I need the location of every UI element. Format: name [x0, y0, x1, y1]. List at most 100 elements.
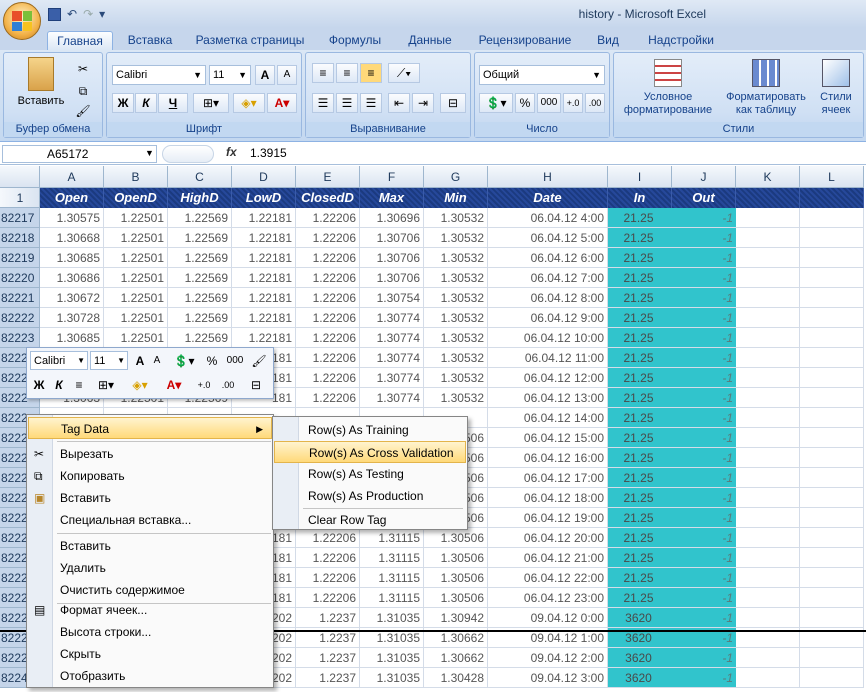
- cell[interactable]: 1.22501: [104, 208, 168, 228]
- mini-fill-color-icon[interactable]: ◈▾: [125, 375, 155, 395]
- cell[interactable]: 09.04.12 2:00: [488, 648, 608, 668]
- cell[interactable]: 1.30696: [360, 208, 424, 228]
- select-all-corner[interactable]: [0, 166, 40, 188]
- cell[interactable]: -1: [672, 228, 736, 248]
- column-header-a[interactable]: A: [40, 166, 104, 188]
- cell[interactable]: 06.04.12 13:00: [488, 388, 608, 408]
- menu-item-tag-data[interactable]: Tag Data ▶: [28, 417, 272, 439]
- cell[interactable]: -1: [672, 548, 736, 568]
- cell[interactable]: 1.22569: [168, 328, 232, 348]
- cell[interactable]: -1: [672, 328, 736, 348]
- cell[interactable]: 21.25: [608, 288, 672, 308]
- bold-button[interactable]: Ж: [112, 93, 134, 113]
- borders-icon[interactable]: ⊞▾: [193, 93, 229, 113]
- cell[interactable]: [800, 448, 864, 468]
- cell[interactable]: [736, 308, 800, 328]
- cell[interactable]: -1: [672, 248, 736, 268]
- thousands-button[interactable]: 000: [537, 93, 561, 113]
- cell[interactable]: [736, 508, 800, 528]
- formula-bar-splitter[interactable]: [162, 145, 214, 163]
- column-header-j[interactable]: J: [672, 166, 736, 188]
- cell[interactable]: [800, 288, 864, 308]
- cell[interactable]: 1.30532: [424, 228, 488, 248]
- fill-color-icon[interactable]: ◈▾: [233, 93, 265, 113]
- cell[interactable]: -1: [672, 568, 736, 588]
- header-cell[interactable]: Max: [360, 188, 424, 208]
- cell[interactable]: 1.22206: [296, 568, 360, 588]
- cell[interactable]: 1.30728: [40, 308, 104, 328]
- cell[interactable]: 1.30506: [424, 588, 488, 608]
- cell[interactable]: [736, 568, 800, 588]
- cell[interactable]: 1.22206: [296, 328, 360, 348]
- undo-icon[interactable]: ↶: [67, 7, 77, 21]
- tab-data[interactable]: Данные: [400, 31, 460, 50]
- row-header[interactable]: 82218: [0, 228, 40, 248]
- cell[interactable]: 21.25: [608, 488, 672, 508]
- cell[interactable]: 06.04.12 18:00: [488, 488, 608, 508]
- cell[interactable]: 21.25: [608, 248, 672, 268]
- cell[interactable]: [800, 248, 864, 268]
- header-cell[interactable]: In: [608, 188, 672, 208]
- conditional-formatting-button[interactable]: Условное форматирование: [616, 59, 720, 117]
- cell[interactable]: 1.31035: [360, 668, 424, 688]
- cell[interactable]: 1.30774: [360, 388, 424, 408]
- cell[interactable]: 1.22501: [104, 308, 168, 328]
- cell[interactable]: 1.30706: [360, 268, 424, 288]
- decrease-decimal-icon[interactable]: .00: [585, 93, 605, 113]
- cell[interactable]: 1.22206: [296, 348, 360, 368]
- cell-styles-button[interactable]: Стили ячеек: [810, 59, 862, 117]
- cell[interactable]: [800, 488, 864, 508]
- header-cell[interactable]: Date: [488, 188, 608, 208]
- cell[interactable]: 21.25: [608, 428, 672, 448]
- cell[interactable]: [736, 248, 800, 268]
- cell[interactable]: 06.04.12 15:00: [488, 428, 608, 448]
- cell[interactable]: 06.04.12 23:00: [488, 588, 608, 608]
- cell[interactable]: [800, 348, 864, 368]
- cell[interactable]: 1.22206: [296, 228, 360, 248]
- cell[interactable]: 06.04.12 20:00: [488, 528, 608, 548]
- cell[interactable]: -1: [672, 448, 736, 468]
- cell[interactable]: 1.22501: [104, 288, 168, 308]
- cell[interactable]: 1.22501: [104, 328, 168, 348]
- cell[interactable]: 3620: [608, 648, 672, 668]
- cell[interactable]: 06.04.12 8:00: [488, 288, 608, 308]
- align-middle-icon[interactable]: ≡: [336, 63, 358, 83]
- cell[interactable]: 1.22206: [296, 388, 360, 408]
- cell[interactable]: 06.04.12 4:00: [488, 208, 608, 228]
- cell[interactable]: [800, 528, 864, 548]
- increase-decimal-icon[interactable]: +.0: [563, 93, 583, 113]
- cell[interactable]: 1.30532: [424, 208, 488, 228]
- cell[interactable]: 21.25: [608, 348, 672, 368]
- cell[interactable]: [736, 408, 800, 428]
- tab-page-layout[interactable]: Разметка страницы: [190, 31, 310, 50]
- cell[interactable]: [736, 328, 800, 348]
- cell[interactable]: 1.30532: [424, 308, 488, 328]
- cell[interactable]: 21.25: [608, 368, 672, 388]
- tab-formulas[interactable]: Формулы: [322, 31, 388, 50]
- cell[interactable]: 1.22181: [232, 288, 296, 308]
- cell[interactable]: 06.04.12 9:00: [488, 308, 608, 328]
- cell[interactable]: 1.30685: [40, 328, 104, 348]
- cell[interactable]: [736, 288, 800, 308]
- mini-grow-font-icon[interactable]: A: [131, 351, 149, 371]
- cell[interactable]: [736, 448, 800, 468]
- cell[interactable]: [800, 228, 864, 248]
- cell[interactable]: 1.22569: [168, 308, 232, 328]
- row-header[interactable]: 82220: [0, 268, 40, 288]
- submenu-item-production[interactable]: Row(s) As Production: [274, 485, 466, 507]
- column-header-l[interactable]: L: [800, 166, 864, 188]
- cell[interactable]: [736, 488, 800, 508]
- cell[interactable]: -1: [672, 488, 736, 508]
- cell[interactable]: 1.31115: [360, 528, 424, 548]
- cell[interactable]: 21.25: [608, 448, 672, 468]
- cell[interactable]: 1.22206: [296, 288, 360, 308]
- cell[interactable]: 06.04.12 5:00: [488, 228, 608, 248]
- mini-thousands-button[interactable]: 000: [223, 351, 247, 371]
- mini-bold-button[interactable]: Ж: [30, 375, 48, 395]
- cell[interactable]: -1: [672, 608, 736, 628]
- cell[interactable]: [800, 428, 864, 448]
- row-header[interactable]: 82222: [0, 308, 40, 328]
- mini-format-painter-icon[interactable]: 🖌: [249, 351, 269, 371]
- cell[interactable]: -1: [672, 408, 736, 428]
- cell[interactable]: -1: [672, 208, 736, 228]
